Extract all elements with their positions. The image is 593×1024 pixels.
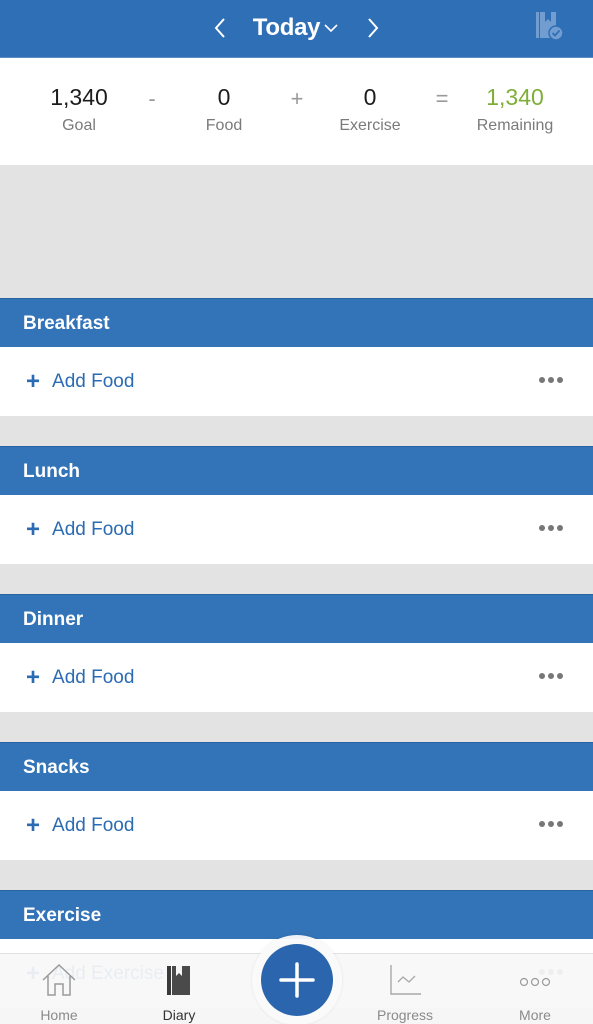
tab-progress[interactable]: Progress	[350, 954, 460, 1024]
dot-icon	[557, 525, 563, 531]
goal-value: 1,340	[50, 84, 108, 110]
exercise-header: Exercise	[0, 890, 593, 939]
date-navigator: Today	[0, 0, 593, 56]
exercise-value: 0	[363, 84, 377, 110]
remaining-value: 1,340	[486, 84, 544, 110]
breakfast-row: + Add Food	[0, 347, 593, 416]
remaining-summary: 1,340 Remaining	[460, 82, 570, 135]
dot-icon	[539, 377, 545, 383]
dinner-row: + Add Food	[0, 643, 593, 712]
dot-icon	[557, 673, 563, 679]
add-food-label: Add Food	[52, 518, 135, 540]
goal-label: Goal	[62, 117, 96, 134]
tab-more[interactable]: More	[480, 954, 590, 1024]
tab-home-label: Home	[40, 1007, 78, 1023]
tab-diary-label: Diary	[162, 1007, 196, 1023]
add-food-label: Add Food	[52, 814, 135, 836]
snacks-add-food-button[interactable]: + Add Food	[26, 791, 134, 860]
food-value: 0	[217, 84, 231, 110]
calorie-summary[interactable]: 1,340 Goal - 0 Food + 0 Exercise = 1,340…	[0, 58, 593, 165]
tab-more-label: More	[519, 1007, 551, 1023]
plus-operator: +	[290, 86, 304, 111]
exercise-label: Exercise	[339, 117, 401, 134]
date-picker-toggle[interactable]	[324, 20, 340, 36]
complete-diary-button[interactable]	[533, 10, 565, 42]
remaining-label: Remaining	[476, 117, 554, 134]
dot-icon	[548, 525, 554, 531]
chevron-left-icon	[214, 18, 225, 38]
snacks-more-options[interactable]	[539, 821, 563, 827]
diary-icon	[167, 966, 190, 995]
dot-icon	[557, 821, 563, 827]
diary-complete-icon	[536, 12, 564, 41]
next-day-button[interactable]	[360, 15, 386, 41]
dinner-add-food-button[interactable]: + Add Food	[26, 643, 134, 712]
tab-progress-label: Progress	[376, 1007, 434, 1023]
minus-operator: -	[148, 86, 156, 111]
chevron-down-icon	[324, 24, 338, 33]
plus-icon: +	[26, 367, 41, 395]
plus-icon: +	[26, 811, 41, 839]
equals-operator: =	[435, 86, 449, 111]
tab-diary[interactable]: Diary	[124, 954, 234, 1024]
snacks-row: + Add Food	[0, 791, 593, 860]
dot-icon	[548, 673, 554, 679]
plus-icon	[279, 962, 315, 998]
lunch-header: Lunch	[0, 446, 593, 495]
previous-day-button[interactable]	[207, 15, 233, 41]
plus-icon: +	[26, 515, 41, 543]
lunch-more-options[interactable]	[539, 525, 563, 531]
food-label: Food	[205, 117, 243, 134]
dot-icon	[539, 525, 545, 531]
lunch-add-food-button[interactable]: + Add Food	[26, 495, 134, 564]
dot-icon	[539, 673, 545, 679]
progress-chart-icon	[390, 965, 421, 995]
breakfast-add-food-button[interactable]: + Add Food	[26, 347, 134, 416]
home-icon	[42, 963, 76, 996]
snacks-header: Snacks	[0, 742, 593, 791]
goal-summary: 1,340 Goal	[24, 82, 134, 135]
food-summary: 0 Food	[169, 82, 279, 135]
plus-icon: +	[26, 663, 41, 691]
quick-add-button[interactable]	[261, 944, 333, 1016]
breakfast-header: Breakfast	[0, 298, 593, 347]
dinner-header: Dinner	[0, 594, 593, 643]
top-nav-bar: Today	[0, 0, 593, 58]
dot-icon	[548, 821, 554, 827]
dot-icon	[548, 377, 554, 383]
dot-icon	[557, 377, 563, 383]
lunch-row: + Add Food	[0, 495, 593, 564]
date-title[interactable]: Today	[253, 14, 321, 42]
tab-home[interactable]: Home	[4, 954, 114, 1024]
more-icon	[519, 977, 551, 987]
add-food-label: Add Food	[52, 666, 135, 688]
dot-icon	[539, 821, 545, 827]
exercise-summary: 0 Exercise	[315, 82, 425, 135]
chevron-right-icon	[368, 18, 379, 38]
breakfast-more-options[interactable]	[539, 377, 563, 383]
dinner-more-options[interactable]	[539, 673, 563, 679]
add-food-label: Add Food	[52, 370, 135, 392]
